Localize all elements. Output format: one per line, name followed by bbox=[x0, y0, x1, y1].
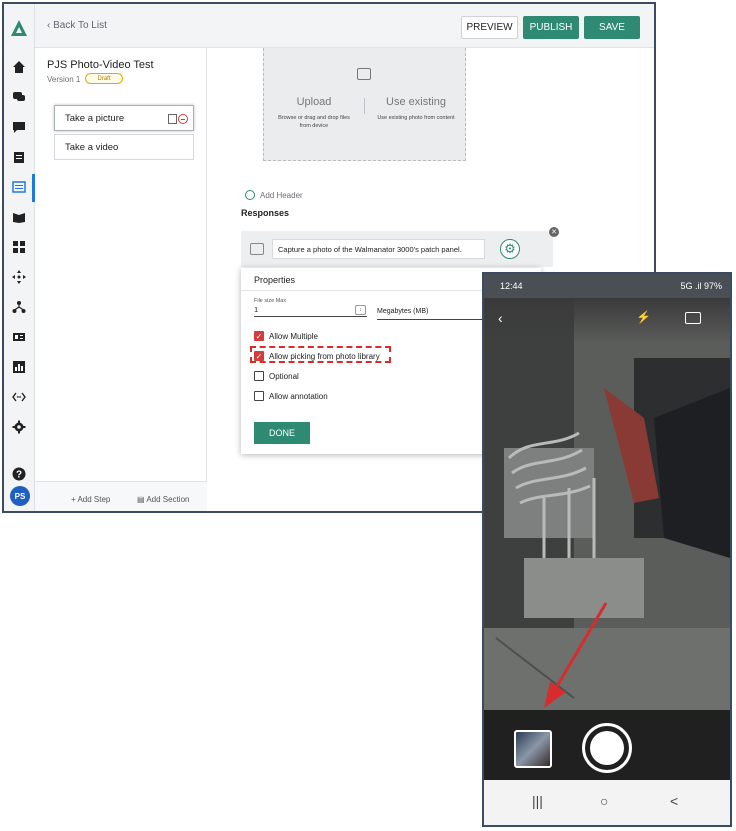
chat-icon[interactable] bbox=[11, 89, 27, 105]
add-step-button[interactable]: + Add Step bbox=[71, 495, 110, 504]
option-label: Allow annotation bbox=[269, 391, 328, 401]
close-icon[interactable]: ✕ bbox=[549, 227, 559, 237]
avatar[interactable]: PS bbox=[10, 486, 30, 506]
step-item[interactable]: Take a video bbox=[54, 134, 194, 160]
save-button[interactable]: SAVE bbox=[584, 16, 640, 39]
back-to-list-label: Back To List bbox=[53, 20, 107, 31]
status-indicators: 5G .il 97% bbox=[680, 281, 722, 291]
code-icon[interactable] bbox=[11, 389, 27, 405]
option-label: Allow Multiple bbox=[269, 331, 318, 341]
back-to-list-link[interactable]: ‹ Back To List bbox=[47, 20, 107, 31]
response-settings-gear-icon[interactable]: ⚙ bbox=[500, 239, 520, 259]
publish-button[interactable]: PUBLISH bbox=[523, 16, 579, 39]
checkbox-checked-icon[interactable]: ✓ bbox=[254, 351, 264, 361]
recents-icon[interactable]: ||| bbox=[532, 793, 543, 809]
grid-icon[interactable] bbox=[11, 239, 27, 255]
message-icon[interactable] bbox=[11, 119, 27, 135]
move-icon[interactable] bbox=[11, 269, 27, 285]
shutter-button[interactable] bbox=[582, 723, 632, 773]
android-nav-bar: ||| ○ < bbox=[484, 780, 730, 825]
steps-panel: PJS Photo-Video Test Version 1 Draft Tak… bbox=[35, 48, 207, 511]
section-icon: ▤ bbox=[137, 495, 145, 504]
copy-icon[interactable] bbox=[168, 114, 177, 124]
use-existing-option[interactable]: Use existing bbox=[365, 96, 467, 108]
add-header-button[interactable]: Add Header bbox=[246, 191, 303, 200]
allow-photo-library-checkbox[interactable]: ✓ Allow picking from photo library bbox=[254, 350, 380, 362]
home-icon[interactable] bbox=[11, 59, 27, 75]
app-logo-icon[interactable] bbox=[9, 18, 29, 38]
top-bar: ‹ Back To List PREVIEW PUBLISH SAVE bbox=[35, 4, 654, 48]
file-size-label: File size Max bbox=[254, 298, 287, 304]
add-header-label: Add Header bbox=[260, 191, 303, 200]
procedures-icon[interactable] bbox=[11, 179, 27, 195]
hierarchy-icon[interactable] bbox=[11, 299, 27, 315]
id-card-icon[interactable] bbox=[11, 329, 27, 345]
file-size-input[interactable]: 1 bbox=[254, 305, 367, 317]
option-label: Allow picking from photo library bbox=[269, 351, 380, 361]
photo-response-icon bbox=[250, 243, 264, 255]
upload-description: Browse or drag and drop files from devic… bbox=[278, 115, 350, 129]
status-bar: 12:44 5G .il 97% bbox=[484, 274, 730, 298]
clipboard-icon[interactable] bbox=[11, 149, 27, 165]
plus-icon: + bbox=[71, 495, 76, 504]
preview-button[interactable]: PREVIEW bbox=[461, 16, 518, 39]
image-icon bbox=[357, 68, 371, 80]
add-step-label: Add Step bbox=[77, 495, 111, 504]
steps-footer: + Add Step ▤ Add Section bbox=[35, 481, 207, 511]
phone-camera-screenshot: 12:44 5G .il 97% ‹ ⚡ ||| ○ < bbox=[482, 272, 732, 827]
version-label: Version 1 bbox=[47, 75, 81, 84]
use-existing-description: Use existing photo from content bbox=[377, 115, 455, 121]
chart-icon[interactable] bbox=[11, 359, 27, 375]
response-card: Capture a photo of the Walmanator 3000's… bbox=[241, 231, 553, 267]
nav-rail: ? PS bbox=[4, 4, 35, 511]
add-section-label: Add Section bbox=[146, 495, 190, 504]
step-item[interactable]: Take a picture bbox=[54, 105, 194, 131]
checkbox-empty-icon[interactable] bbox=[254, 371, 264, 381]
back-nav-icon[interactable]: < bbox=[670, 793, 678, 809]
chevron-left-icon: ‹ bbox=[47, 20, 51, 31]
step-label: Take a picture bbox=[65, 112, 125, 124]
checkbox-empty-icon[interactable] bbox=[254, 391, 264, 401]
shutter-inner bbox=[590, 731, 624, 765]
camera-viewfinder[interactable]: ‹ ⚡ bbox=[484, 298, 730, 710]
upload-option[interactable]: Upload bbox=[264, 96, 364, 108]
allow-annotation-checkbox[interactable]: Allow annotation bbox=[254, 390, 328, 402]
checkbox-checked-icon[interactable]: ✓ bbox=[254, 331, 264, 341]
delete-icon[interactable] bbox=[178, 114, 188, 124]
svg-text:?: ? bbox=[16, 470, 22, 481]
step-label: Take a video bbox=[65, 141, 119, 153]
stepper-icon[interactable]: ↕ bbox=[355, 305, 366, 315]
properties-title: Properties bbox=[254, 275, 296, 285]
unit-select-value: Megabytes (MB) bbox=[377, 308, 429, 315]
done-button[interactable]: DONE bbox=[254, 422, 310, 444]
unit-select[interactable]: Megabytes (MB) bbox=[377, 308, 487, 320]
add-section-button[interactable]: ▤ Add Section bbox=[137, 495, 189, 504]
red-arrow-annotation bbox=[544, 602, 608, 708]
procedure-title: PJS Photo-Video Test bbox=[47, 59, 154, 71]
status-time: 12:44 bbox=[500, 281, 523, 291]
camera-bottom-bar bbox=[484, 710, 730, 780]
allow-multiple-checkbox[interactable]: ✓ Allow Multiple bbox=[254, 330, 318, 342]
home-nav-icon[interactable]: ○ bbox=[600, 793, 608, 809]
responses-heading: Responses bbox=[241, 208, 290, 218]
optional-checkbox[interactable]: Optional bbox=[254, 370, 299, 382]
settings-icon[interactable] bbox=[11, 419, 27, 435]
photo-library-thumbnail[interactable] bbox=[514, 730, 552, 768]
option-label: Optional bbox=[269, 371, 299, 381]
book-icon[interactable] bbox=[11, 209, 27, 225]
help-icon[interactable]: ? bbox=[11, 466, 27, 482]
response-prompt-input[interactable]: Capture a photo of the Walmanator 3000's… bbox=[272, 239, 485, 259]
media-dropzone[interactable]: Upload Browse or drag and drop files fro… bbox=[263, 48, 466, 161]
status-badge: Draft bbox=[85, 73, 123, 84]
